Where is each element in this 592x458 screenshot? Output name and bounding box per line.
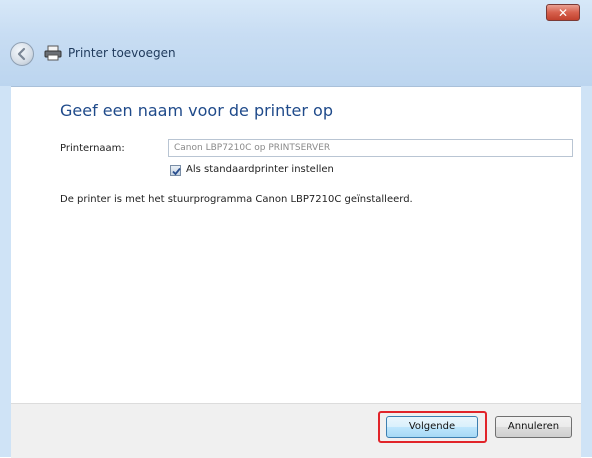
cancel-button[interactable]: Annuleren: [495, 416, 572, 438]
back-arrow-icon: [17, 47, 26, 61]
button-bar: Volgende Annuleren: [11, 403, 581, 458]
printer-name-input[interactable]: Canon LBP7210C op PRINTSERVER: [168, 139, 573, 157]
title-bar: ✕ Printer toevoegen: [0, 0, 592, 86]
checkmark-icon: [172, 167, 181, 176]
install-info-text: De printer is met het stuurprogramma Can…: [60, 194, 413, 205]
wizard-content: Geef een naam voor de printer op Printer…: [11, 86, 581, 404]
dialog-window: ✕ Printer toevoegen Geef een naam voor d…: [0, 0, 592, 458]
window-title: Printer toevoegen: [68, 46, 176, 60]
default-printer-checkbox[interactable]: [170, 165, 181, 176]
printer-name-label: Printernaam:: [60, 143, 125, 154]
close-button[interactable]: ✕: [546, 4, 580, 21]
default-printer-label[interactable]: Als standaardprinter instellen: [186, 164, 334, 175]
next-button[interactable]: Volgende: [386, 416, 478, 438]
printer-icon: [44, 45, 62, 61]
close-icon: ✕: [557, 6, 569, 20]
page-heading: Geef een naam voor de printer op: [60, 101, 333, 120]
back-button[interactable]: [10, 42, 34, 66]
